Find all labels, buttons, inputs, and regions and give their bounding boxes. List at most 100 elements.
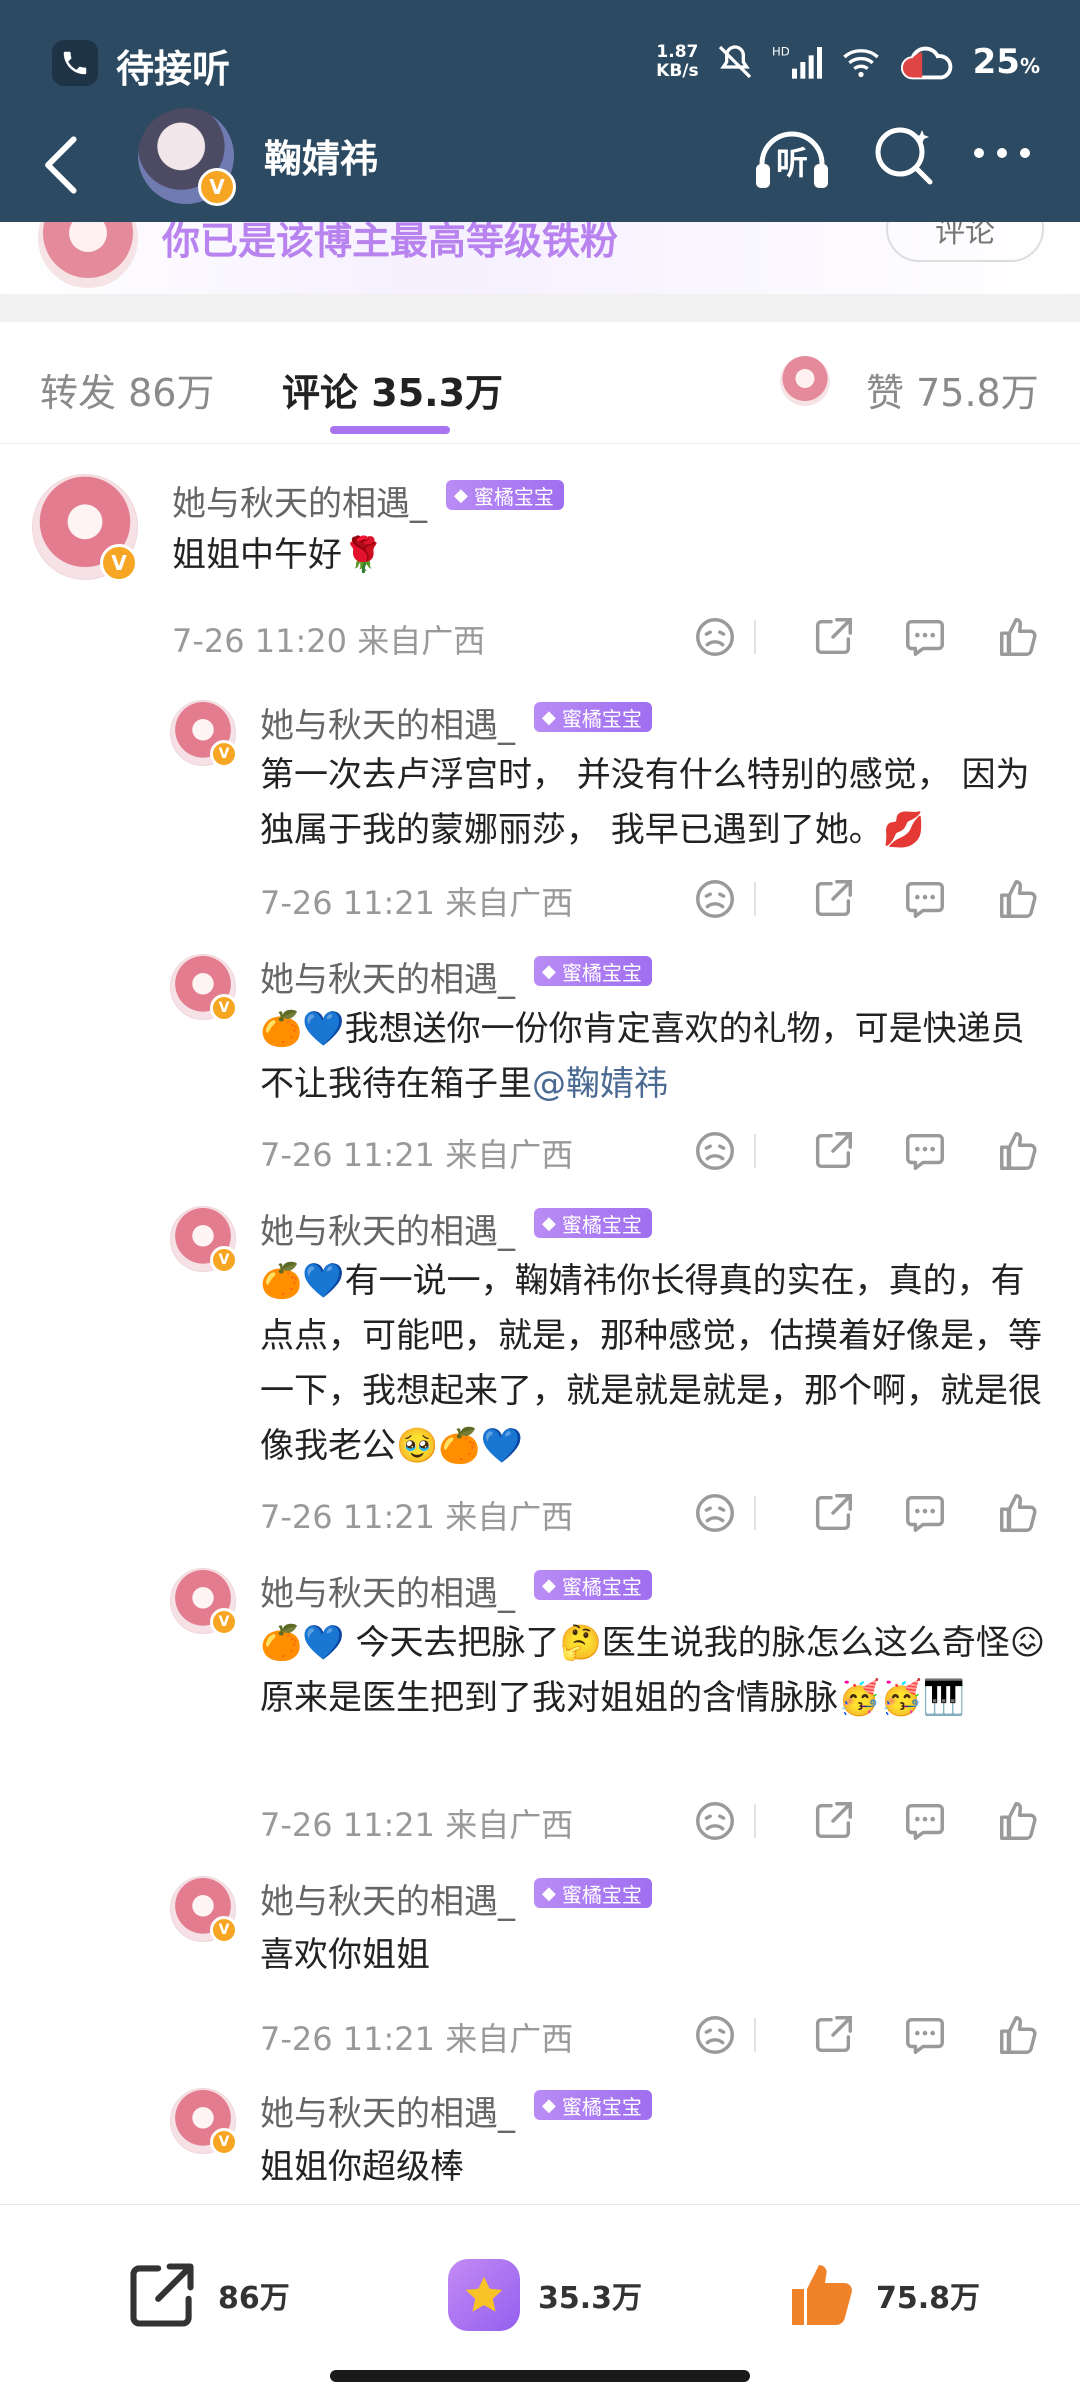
tab-bar: 转发 86万 评论 35.3万 赞 75.8万 (0, 322, 1080, 444)
diamond-icon: ◆ (542, 2094, 556, 2116)
tab-comment[interactable]: 评论 35.3万 (282, 362, 503, 417)
dislike-face-icon[interactable] (692, 2012, 738, 2058)
more-options-icon[interactable] (974, 148, 1038, 168)
comment-actions (692, 2012, 1037, 2058)
repost-count: 86万 (218, 2281, 290, 2316)
tab-comment-label: 评论 (282, 371, 359, 415)
like-icon[interactable] (996, 1798, 1042, 1844)
mute-icon (718, 45, 751, 79)
fan-badge: ◆ 蜜橘宝宝 (534, 1878, 652, 1908)
battery-value: 25 (972, 42, 1020, 82)
comment-count: 35.3万 (538, 2281, 643, 2316)
share-icon[interactable] (810, 2012, 856, 2058)
comment-bubble-icon[interactable] (902, 1490, 948, 1536)
fan-badge: ◆ 蜜橘宝宝 (446, 480, 564, 510)
share-icon[interactable] (810, 614, 856, 660)
battery-level: 25% (973, 42, 1040, 82)
comment-meta: 7-26 11:20 来自广西 (172, 616, 485, 662)
comment-button[interactable]: 评论 (886, 222, 1044, 262)
dislike-face-icon[interactable] (692, 876, 738, 922)
network-speed: 1.87 KB/s (656, 43, 698, 81)
comment-bubble-icon[interactable] (902, 1128, 948, 1174)
action-separator (754, 1804, 756, 1838)
dislike-face-icon[interactable] (692, 614, 738, 660)
share-icon[interactable] (810, 1128, 856, 1174)
comment-text: 🍊💙我想送你一份你肯定喜欢的礼物，可是快递员不让我待在箱子里@鞠婧祎 (260, 1002, 1050, 1112)
phone-call-icon[interactable] (52, 40, 98, 86)
comment-time: 7-26 11:21 (260, 884, 436, 922)
repost-button[interactable]: 86万 (124, 2255, 290, 2335)
mention-link[interactable]: @鞠婧祎 (532, 1064, 668, 1104)
tab-like[interactable]: 赞 75.8万 (866, 362, 1039, 417)
verified-badge: V (210, 1916, 238, 1944)
active-tab-indicator (330, 426, 450, 434)
listen-label[interactable]: 听 (776, 138, 808, 184)
fan-badge-label: 蜜橘宝宝 (561, 706, 642, 731)
pending-call-text[interactable]: 待接听 (116, 38, 230, 93)
search-icon[interactable] (870, 122, 940, 192)
comment-location: 来自广西 (445, 1806, 574, 1844)
share-icon (130, 2263, 194, 2327)
commenter-name[interactable]: 她与秋天的相遇_ (260, 2086, 515, 2135)
dislike-face-icon[interactable] (692, 1490, 738, 1536)
comment-actions (692, 876, 1037, 922)
fan-badge-label: 蜜橘宝宝 (561, 2094, 642, 2119)
comment-text: 第一次去卢浮宫时， 并没有什么特别的感觉， 因为独属于我的蒙娜丽莎， 我早已遇到… (260, 755, 1030, 850)
network-speed-value: 1.87 (656, 42, 699, 62)
tab-like-count: 75.8万 (916, 371, 1039, 415)
comment-location: 来自广西 (445, 884, 574, 922)
fan-banner-inner: 你已是该博主最高等级铁粉 评论 (0, 222, 1080, 294)
fan-badge-label: 蜜橘宝宝 (473, 484, 554, 509)
star-icon (448, 2259, 520, 2331)
comment-time: 7-26 11:20 (172, 622, 348, 660)
comment-bubble-icon[interactable] (902, 876, 948, 922)
battery-unit: % (1019, 54, 1040, 78)
commenter-name[interactable]: 她与秋天的相遇_ (260, 1566, 515, 1615)
action-separator (754, 882, 756, 916)
like-icon[interactable] (996, 1128, 1042, 1174)
like-icon[interactable] (996, 614, 1042, 660)
comment-location: 来自广西 (445, 1498, 574, 1536)
network-speed-unit: KB/s (656, 61, 699, 81)
comment-actions (692, 614, 1037, 660)
fan-badge: ◆ 蜜橘宝宝 (534, 2090, 652, 2120)
comment-star-button[interactable]: 35.3万 (448, 2255, 642, 2335)
comment-time: 7-26 11:21 (260, 1498, 436, 1536)
commenter-name[interactable]: 她与秋天的相遇_ (260, 1874, 515, 1923)
share-icon[interactable] (810, 876, 856, 922)
comment-text: 🍊💙 今天去把脉了🤔医生说我的脉怎么这么奇怪😖原来是医生把到了我对姐姐的含情脉脉… (260, 1623, 1046, 1718)
comment-bubble-icon[interactable] (902, 2012, 948, 2058)
diamond-icon: ◆ (542, 960, 556, 982)
dislike-face-icon[interactable] (692, 1798, 738, 1844)
tab-repost[interactable]: 转发 86万 (40, 362, 214, 417)
profile-name[interactable]: 鞠婧祎 (264, 128, 378, 183)
comment-bubble-icon[interactable] (902, 614, 948, 660)
commenter-name[interactable]: 她与秋天的相遇_ (260, 698, 515, 747)
like-icon[interactable] (996, 1490, 1042, 1536)
action-separator (754, 1134, 756, 1168)
verified-badge: V (210, 1246, 238, 1274)
back-arrow-icon[interactable] (32, 130, 92, 200)
tab-comment-count: 35.3万 (371, 371, 504, 415)
comment-location: 来自广西 (357, 622, 486, 660)
commenter-name[interactable]: 她与秋天的相遇_ (260, 952, 515, 1001)
dislike-face-icon[interactable] (692, 1128, 738, 1174)
fan-badge: ◆ 蜜橘宝宝 (534, 1570, 652, 1600)
share-icon[interactable] (810, 1798, 856, 1844)
tab-repost-label: 转发 (40, 371, 117, 415)
commenter-name[interactable]: 她与秋天的相遇_ (172, 476, 427, 525)
comment-bubble-icon[interactable] (902, 1798, 948, 1844)
fan-badge: ◆ 蜜橘宝宝 (534, 1208, 652, 1238)
comment-meta: 7-26 11:21 来自广西 (260, 1492, 573, 1538)
commenter-name[interactable]: 她与秋天的相遇_ (260, 1204, 515, 1253)
comment-meta: 7-26 11:21 来自广西 (260, 2014, 573, 2060)
fan-badge-label: 蜜橘宝宝 (561, 960, 642, 985)
like-icon[interactable] (996, 876, 1042, 922)
comment-text: 喜欢你姐姐 (260, 1935, 430, 1975)
comment-meta: 7-26 11:21 来自广西 (260, 1130, 573, 1176)
like-icon[interactable] (996, 2012, 1042, 2058)
like-button[interactable]: 75.8万 (786, 2255, 980, 2335)
home-indicator[interactable] (330, 2370, 750, 2382)
verified-badge: V (210, 994, 238, 1022)
share-icon[interactable] (810, 1490, 856, 1536)
